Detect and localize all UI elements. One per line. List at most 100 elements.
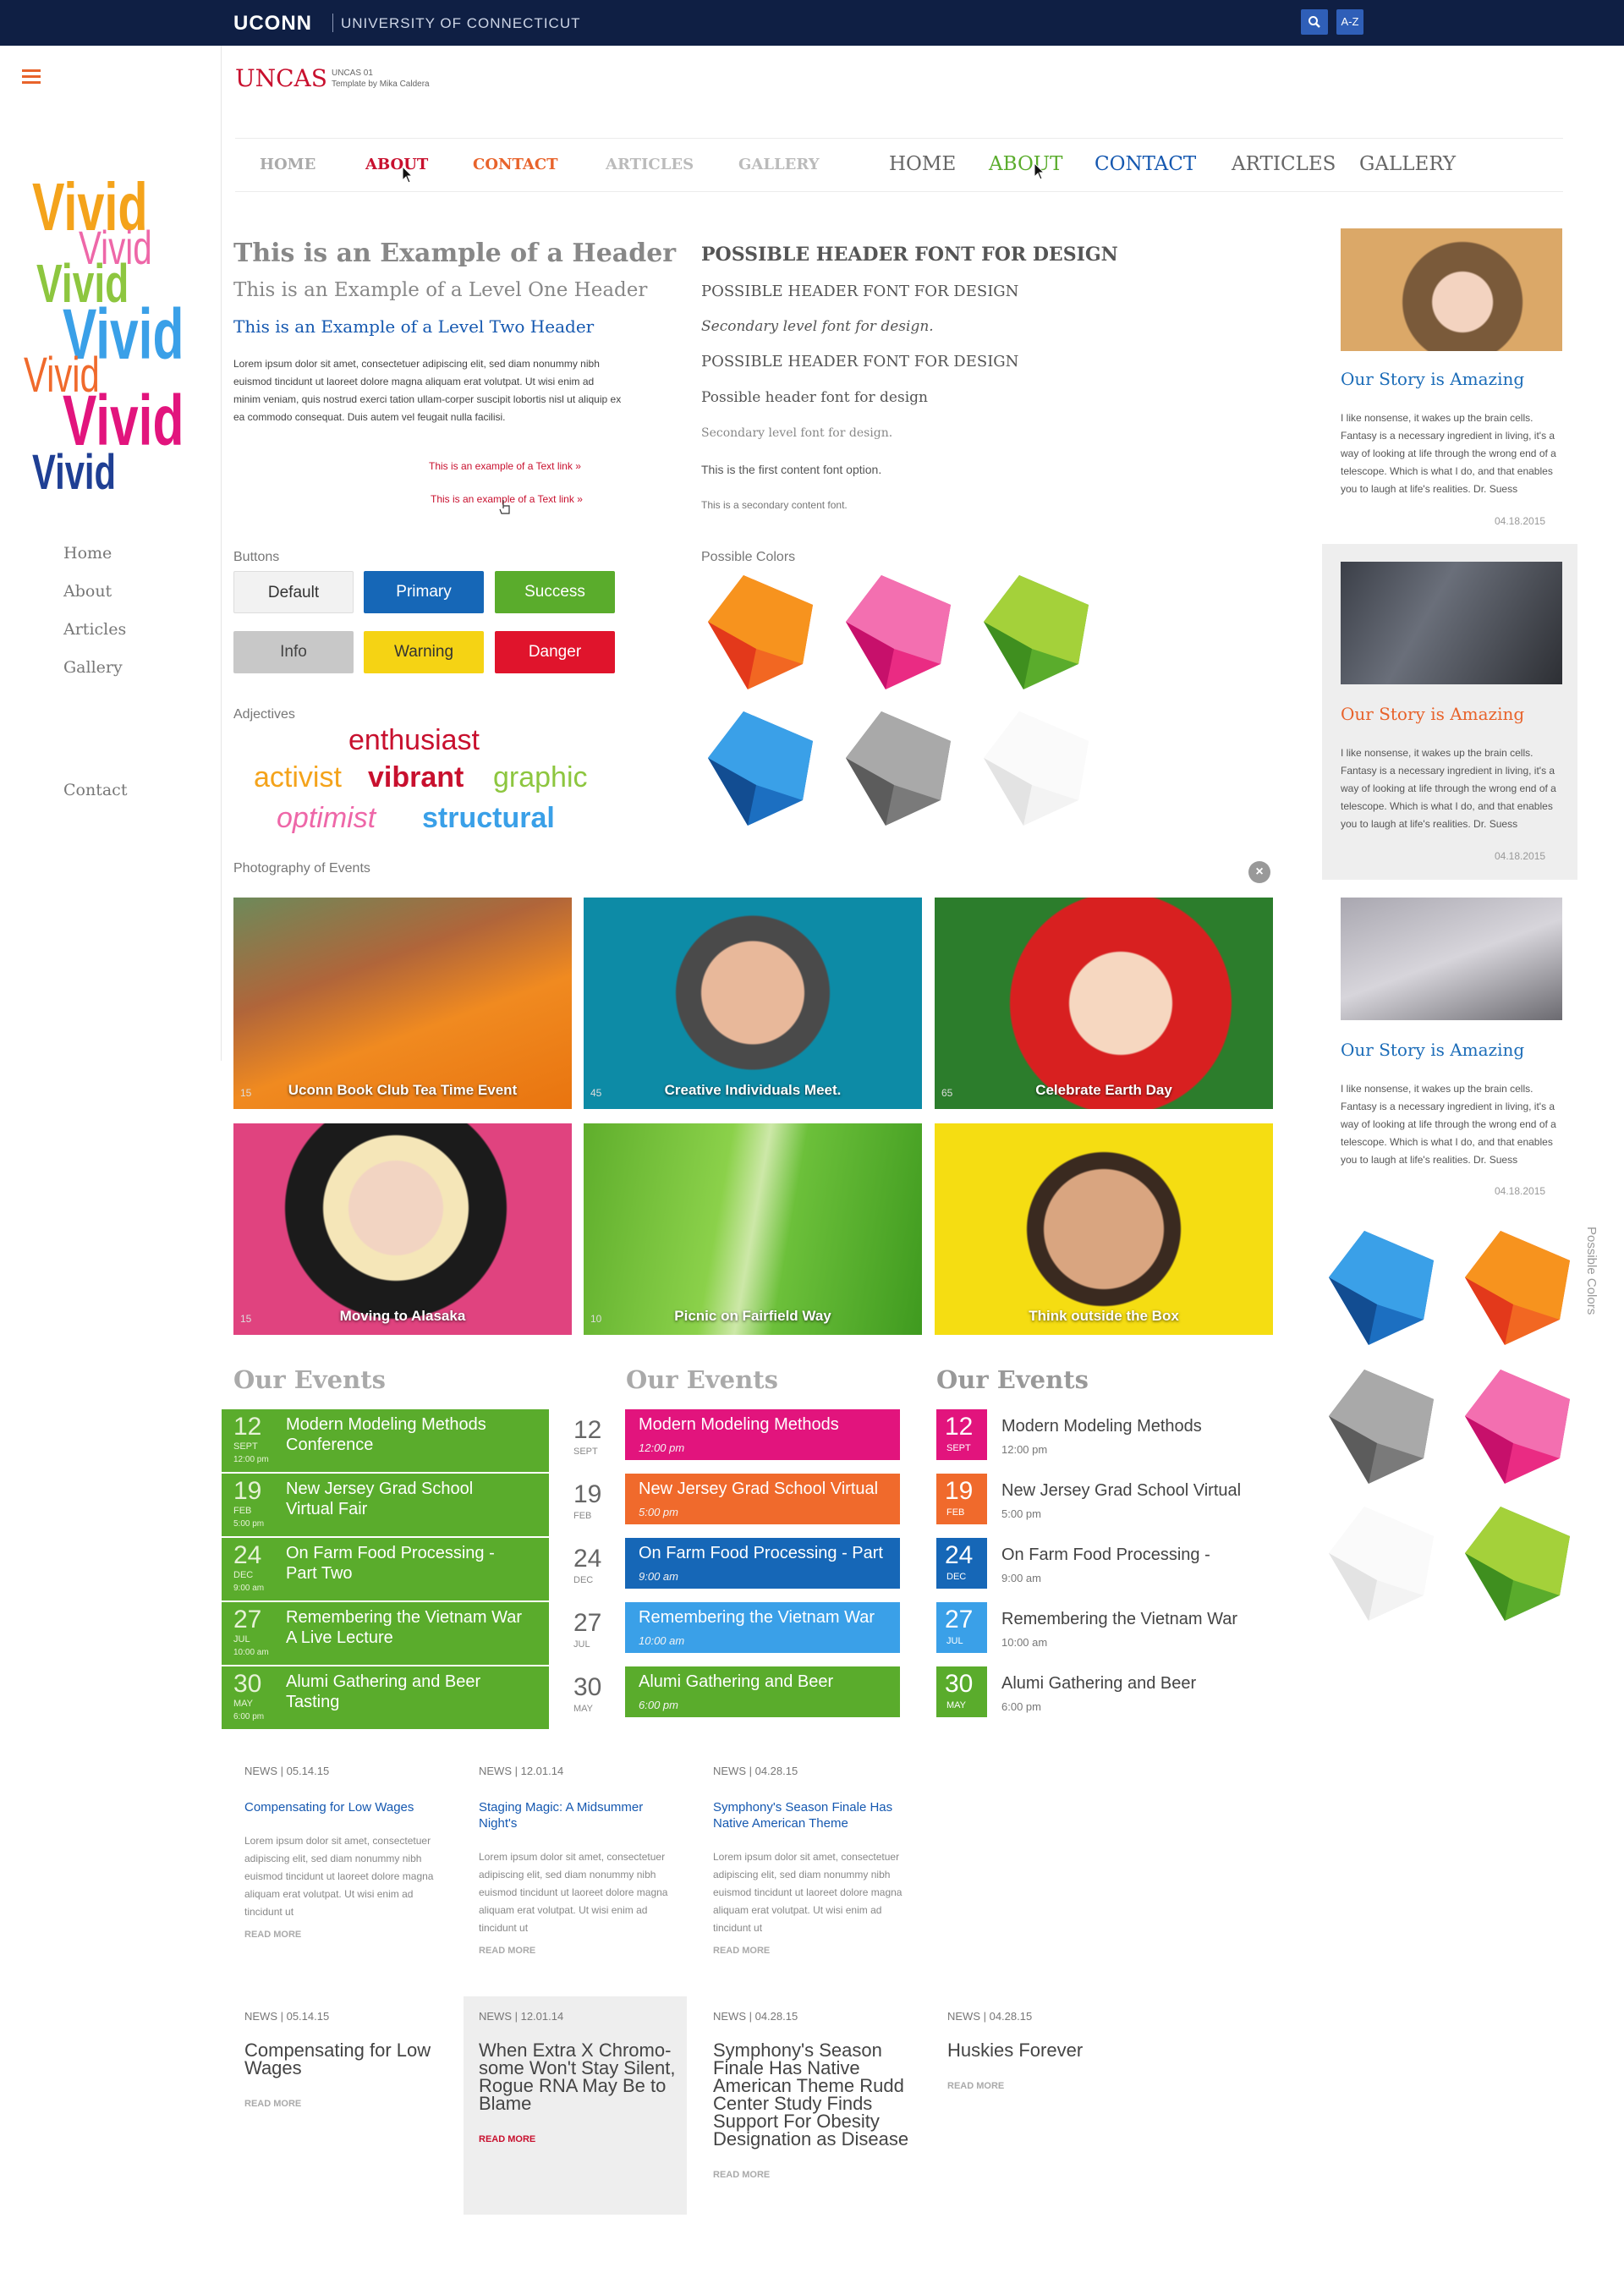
event-photo-2[interactable]: 45 Creative Individuals Meet. bbox=[584, 898, 922, 1109]
event-item[interactable]: Remembering the Vietnam War 10:00 am bbox=[1001, 1602, 1289, 1653]
nav-a-contact[interactable]: CONTACT bbox=[473, 156, 558, 173]
news-card[interactable]: NEWS | 12.01.14 When Extra X Chromo-some … bbox=[479, 2010, 682, 2144]
close-icon[interactable]: × bbox=[1248, 861, 1270, 883]
news-card[interactable]: NEWS | 12.01.14 Staging Magic: A Midsumme… bbox=[479, 1765, 682, 1956]
primary-button[interactable]: Primary bbox=[364, 571, 484, 613]
event-item[interactable]: Alumi Gathering and Beer 6:00 pm bbox=[625, 1666, 900, 1717]
event-date[interactable]: 24 DEC bbox=[560, 1538, 619, 1600]
photo-caption: Think outside the Box bbox=[1029, 1308, 1179, 1324]
uconn-logo[interactable]: UCONN bbox=[233, 12, 312, 36]
news-card[interactable]: NEWS | 04.28.15 Symphony's Season Finale … bbox=[713, 2010, 916, 2180]
event-item[interactable]: New Jersey Grad School Virtual 5:00 pm bbox=[1001, 1474, 1289, 1524]
event-date-badge[interactable]: 24 DEC bbox=[936, 1538, 987, 1589]
news-card[interactable]: NEWS | 05.14.15 Compensating for Low Wage… bbox=[244, 2010, 447, 2109]
nav-a-about[interactable]: ABOUT bbox=[365, 156, 428, 173]
news-title[interactable]: Huskies Forever bbox=[947, 2041, 1150, 2060]
event-item[interactable]: Modern Modeling Methods 12:00 pm bbox=[625, 1409, 900, 1460]
story-image-1[interactable] bbox=[1341, 228, 1562, 351]
event-name: Remembering the Vietnam War bbox=[639, 1608, 875, 1627]
az-index-button[interactable]: A-Z bbox=[1336, 9, 1363, 35]
event-date[interactable]: 27 JUL bbox=[560, 1602, 619, 1665]
nav-b-about[interactable]: ABOUT bbox=[989, 153, 1063, 175]
event-item[interactable]: 19 FEB 5:00 pm New Jersey Grad School Virtu… bbox=[222, 1474, 549, 1536]
event-photo-3[interactable]: 65 Celebrate Earth Day bbox=[935, 898, 1273, 1109]
text-link-1[interactable]: This is an example of a Text link » bbox=[429, 460, 581, 472]
search-button[interactable] bbox=[1301, 9, 1328, 35]
photography-label: Photography of Events bbox=[233, 861, 370, 876]
news-card[interactable]: NEWS | 05.14.15 Compensating for Low Wage… bbox=[244, 1765, 447, 1940]
event-photo-1[interactable]: 15 Uconn Book Club Tea Time Event bbox=[233, 898, 572, 1109]
nav-b-gallery[interactable]: GALLERY bbox=[1359, 153, 1456, 175]
event-date-badge[interactable]: 30 MAY bbox=[936, 1666, 987, 1717]
hamburger-menu-icon[interactable] bbox=[22, 69, 41, 85]
rail-nav-about[interactable]: About bbox=[63, 582, 112, 601]
cube-white bbox=[977, 707, 1095, 830]
event-day: 24 bbox=[945, 1541, 974, 1569]
rail-nav-contact[interactable]: Contact bbox=[63, 781, 127, 799]
event-month: MAY bbox=[233, 1699, 254, 1709]
event-photo-5[interactable]: 10 Picnic on Fairfield Way bbox=[584, 1123, 922, 1335]
event-item[interactable]: Alumi Gathering and Beer 6:00 pm bbox=[1001, 1666, 1289, 1717]
nav-b-home[interactable]: HOME bbox=[889, 153, 956, 175]
nav-a-home[interactable]: HOME bbox=[260, 156, 315, 173]
event-date[interactable]: 19 FEB bbox=[560, 1474, 619, 1536]
read-more-link[interactable]: READ MORE bbox=[479, 1946, 682, 1956]
event-item[interactable]: New Jersey Grad School Virtual 5:00 pm bbox=[625, 1474, 900, 1524]
success-button[interactable]: Success bbox=[495, 571, 615, 613]
news-title[interactable]: Compensating for Low Wages bbox=[244, 2041, 447, 2078]
read-more-link[interactable]: READ MORE bbox=[947, 2081, 1150, 2091]
event-month: DEC bbox=[233, 1570, 254, 1580]
news-title[interactable]: Symphony's Season Finale Has Native Amer… bbox=[713, 2041, 916, 2149]
rail-nav-gallery[interactable]: Gallery bbox=[63, 658, 123, 677]
rail-nav-articles[interactable]: Articles bbox=[63, 620, 126, 639]
event-item[interactable]: On Farm Food Processing - Part 9:00 am bbox=[625, 1538, 900, 1589]
story-image-2[interactable] bbox=[1341, 562, 1562, 684]
event-photo-6[interactable]: Think outside the Box bbox=[935, 1123, 1273, 1335]
info-button[interactable]: Info bbox=[233, 631, 354, 673]
news-card[interactable]: NEWS | 04.28.15 Huskies Forever READ MORE bbox=[947, 2010, 1150, 2091]
story-title[interactable]: Our Story is Amazing bbox=[1341, 369, 1524, 389]
event-date[interactable]: 30 MAY bbox=[560, 1666, 619, 1729]
news-card[interactable]: NEWS | 04.28.15 Symphony's Season Finale … bbox=[713, 1765, 916, 1956]
adjectives-label: Adjectives bbox=[233, 707, 295, 722]
event-time: 12:00 pm bbox=[639, 1441, 685, 1454]
nav-a-articles[interactable]: ARTICLES bbox=[606, 156, 694, 173]
warning-button[interactable]: Warning bbox=[364, 631, 484, 673]
read-more-link[interactable]: READ MORE bbox=[713, 2170, 916, 2180]
event-month: FEB bbox=[233, 1506, 252, 1516]
rail-nav-home[interactable]: Home bbox=[63, 544, 112, 563]
event-item[interactable]: Modern Modeling Methods 12:00 pm bbox=[1001, 1409, 1289, 1460]
read-more-link[interactable]: READ MORE bbox=[244, 1930, 447, 1940]
site-brand[interactable]: UNCAS bbox=[235, 64, 327, 92]
event-date-badge[interactable]: 27 JUL bbox=[936, 1602, 987, 1653]
story-title[interactable]: Our Story is Amazing bbox=[1341, 704, 1524, 724]
news-title[interactable]: Compensating for Low Wages bbox=[244, 1799, 447, 1815]
event-item[interactable]: 24 DEC 9:00 am On Farm Food Processing - Pa… bbox=[222, 1538, 549, 1600]
university-name[interactable]: UNIVERSITY OF CONNECTICUT bbox=[341, 15, 580, 32]
event-date-badge[interactable]: 19 FEB bbox=[936, 1474, 987, 1524]
read-more-link[interactable]: READ MORE bbox=[713, 1946, 916, 1956]
default-button[interactable]: Default bbox=[233, 571, 354, 613]
event-item[interactable]: 27 JUL 10:00 am Remembering the Vietnam War… bbox=[222, 1602, 549, 1665]
event-date-badge[interactable]: 12 SEPT bbox=[936, 1409, 987, 1460]
story-image-3[interactable] bbox=[1341, 898, 1562, 1020]
event-item[interactable]: 30 MAY 6:00 pm Alumi Gathering and Beer Tas… bbox=[222, 1666, 549, 1729]
news-label: NEWS | 04.28.15 bbox=[713, 2010, 798, 2023]
nav-a-gallery[interactable]: GALLERY bbox=[738, 156, 820, 173]
read-more-link[interactable]: READ MORE bbox=[479, 2134, 682, 2144]
news-title[interactable]: When Extra X Chromo-some Won't Stay Sile… bbox=[479, 2041, 682, 2113]
news-title[interactable]: Symphony's Season Finale Has Native Amer… bbox=[713, 1799, 916, 1831]
event-date[interactable]: 12 SEPT bbox=[560, 1409, 619, 1472]
brand-code: UNCAS 01 bbox=[332, 69, 373, 78]
news-label: NEWS | 12.01.14 bbox=[479, 1765, 564, 1777]
danger-button[interactable]: Danger bbox=[495, 631, 615, 673]
story-title[interactable]: Our Story is Amazing bbox=[1341, 1040, 1524, 1060]
event-item[interactable]: 12 SEPT 12:00 pm Modern Modeling Methods Co… bbox=[222, 1409, 549, 1472]
event-item[interactable]: On Farm Food Processing - 9:00 am bbox=[1001, 1538, 1289, 1589]
news-title[interactable]: Staging Magic: A Midsummer Night's bbox=[479, 1799, 682, 1831]
read-more-link[interactable]: READ MORE bbox=[244, 2099, 447, 2109]
event-item[interactable]: Remembering the Vietnam War 10:00 am bbox=[625, 1602, 900, 1653]
nav-b-articles[interactable]: ARTICLES bbox=[1232, 153, 1336, 175]
event-photo-4[interactable]: 15 Moving to Alasaka bbox=[233, 1123, 572, 1335]
nav-b-contact[interactable]: CONTACT bbox=[1095, 153, 1196, 175]
